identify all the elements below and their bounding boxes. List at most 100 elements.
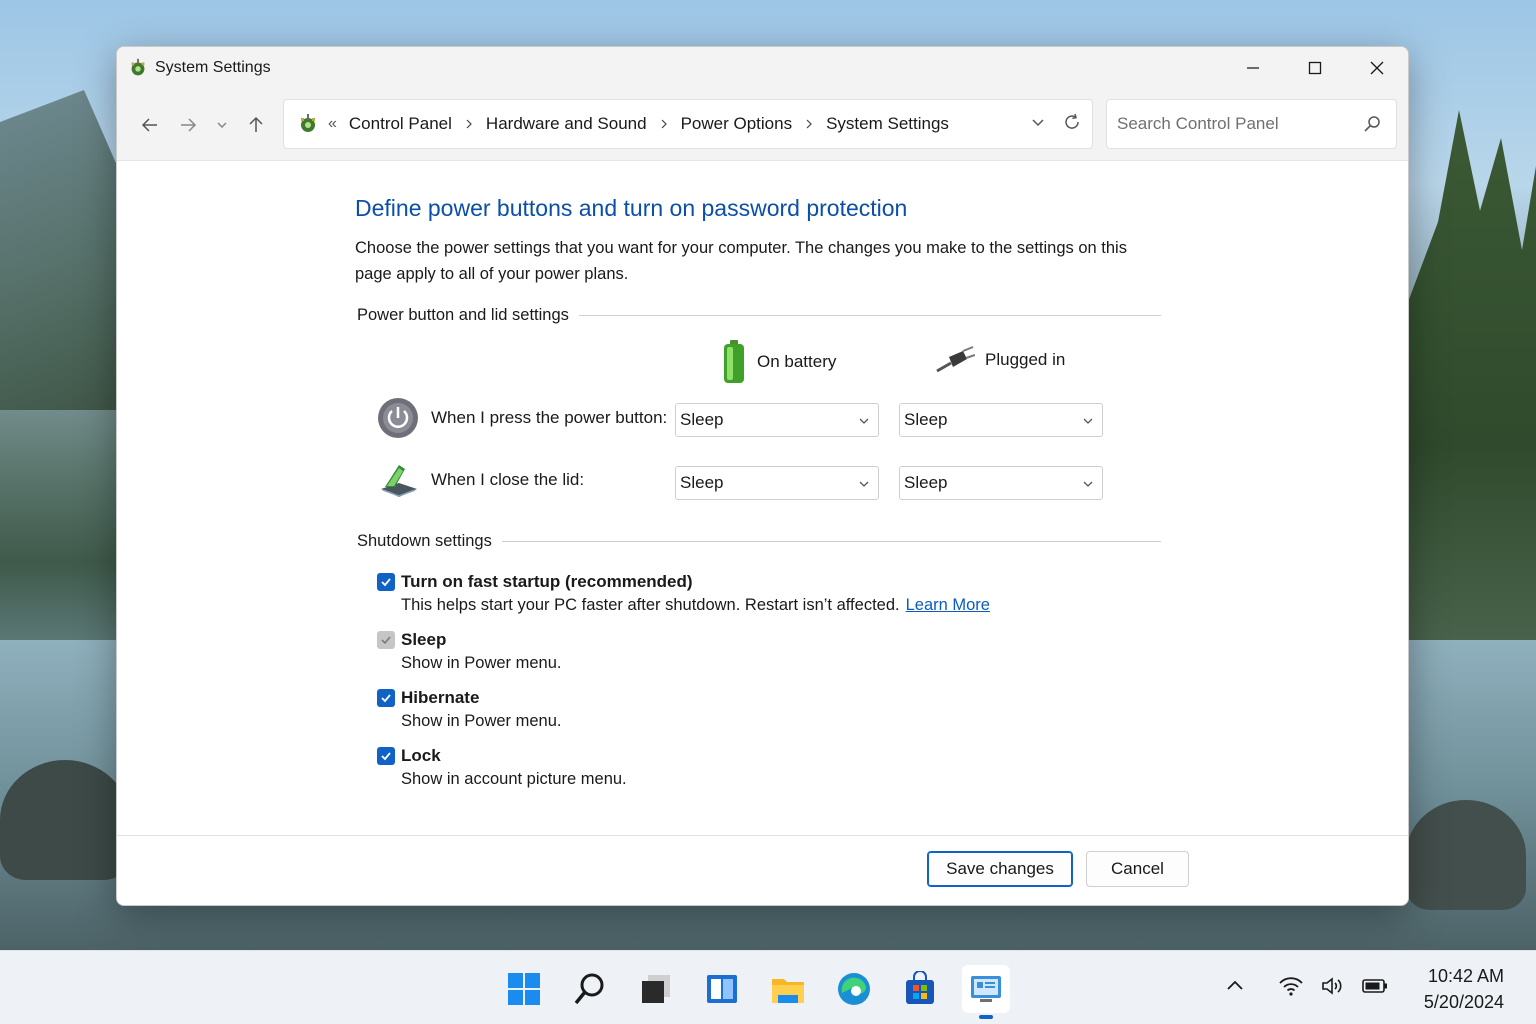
hibernate-option: Hibernate Show in Power menu. bbox=[377, 686, 562, 731]
option-subtitle: Show in Power menu. bbox=[401, 654, 562, 672]
option-subtitle-text: This helps start your PC faster after sh… bbox=[401, 596, 900, 614]
maximize-icon bbox=[1308, 61, 1322, 75]
select-value: Sleep bbox=[680, 410, 724, 429]
chevron-right-icon[interactable] bbox=[804, 119, 814, 129]
checkmark-icon bbox=[381, 752, 391, 761]
column-label: Plugged in bbox=[985, 350, 1066, 369]
shutdown-section-header: Shutdown settings bbox=[357, 529, 1161, 553]
power-button-row: When I press the power button: bbox=[377, 397, 667, 439]
wallpaper-rock bbox=[1406, 800, 1526, 910]
search-box[interactable] bbox=[1106, 99, 1397, 149]
option-subtitle: Show in Power menu. bbox=[401, 712, 562, 730]
task-view-button[interactable] bbox=[632, 965, 680, 1013]
close-button[interactable] bbox=[1346, 47, 1408, 89]
system-tray bbox=[1222, 973, 1388, 999]
control-panel-icon bbox=[971, 976, 1001, 1002]
maximize-button[interactable] bbox=[1284, 47, 1346, 89]
close-icon bbox=[1370, 61, 1384, 75]
wifi-icon[interactable] bbox=[1278, 973, 1304, 999]
battery-icon bbox=[724, 340, 744, 383]
store-icon bbox=[906, 971, 934, 1004]
option-title: Turn on fast startup (recommended) bbox=[401, 572, 693, 591]
power-section-header: Power button and lid settings bbox=[357, 303, 1161, 327]
breadcrumb-control-panel[interactable]: Control Panel bbox=[349, 114, 452, 134]
system-settings-window: System Settings « Control Panel Hardware… bbox=[116, 46, 1409, 906]
window-title: System Settings bbox=[155, 59, 271, 76]
section-label: Power button and lid settings bbox=[357, 305, 569, 324]
option-title: Lock bbox=[401, 746, 441, 765]
power-button-battery-select[interactable]: Sleep bbox=[675, 403, 879, 437]
volume-icon[interactable] bbox=[1320, 973, 1346, 999]
breadcrumb-power-options[interactable]: Power Options bbox=[681, 114, 793, 134]
breadcrumb-system-settings[interactable]: System Settings bbox=[826, 114, 949, 134]
search-icon[interactable] bbox=[1362, 114, 1382, 134]
control-panel-icon bbox=[301, 114, 315, 132]
file-explorer-icon bbox=[772, 979, 804, 1003]
lid-plugged-select[interactable]: Sleep bbox=[899, 466, 1103, 500]
control-panel-app-icon bbox=[131, 58, 145, 76]
start-button[interactable] bbox=[500, 965, 548, 1013]
breadcrumb-overflow-button[interactable]: « bbox=[328, 115, 337, 133]
lid-battery-select[interactable]: Sleep bbox=[675, 466, 879, 500]
title-bar[interactable]: System Settings bbox=[117, 47, 1408, 89]
clock[interactable]: 10:42 AM 5/20/2024 bbox=[1424, 963, 1504, 1015]
save-changes-button[interactable]: Save changes bbox=[927, 851, 1073, 887]
edge-button[interactable] bbox=[830, 965, 878, 1013]
address-dropdown-icon[interactable] bbox=[1028, 112, 1048, 132]
main-content: Define power buttons and turn on passwor… bbox=[117, 161, 1408, 837]
forward-button[interactable] bbox=[169, 111, 207, 139]
chevron-down-icon bbox=[859, 418, 869, 424]
power-plug-icon bbox=[936, 346, 975, 373]
row-label: When I press the power button: bbox=[431, 408, 668, 427]
wallpaper-trees bbox=[1396, 110, 1536, 670]
lid-close-row: When I close the lid: bbox=[377, 459, 584, 501]
arrow-left-icon bbox=[141, 118, 157, 132]
option-subtitle: Show in account picture menu. bbox=[401, 770, 627, 788]
refresh-icon[interactable] bbox=[1062, 112, 1082, 132]
lock-option: Lock Show in account picture menu. bbox=[377, 744, 627, 789]
select-value: Sleep bbox=[680, 473, 724, 492]
nav-buttons bbox=[131, 111, 275, 139]
search-icon bbox=[574, 973, 604, 1005]
chevron-down-icon bbox=[217, 122, 227, 129]
control-panel-taskbar-button[interactable] bbox=[962, 965, 1010, 1019]
taskbar-search-button[interactable] bbox=[566, 965, 614, 1013]
hibernate-checkbox[interactable] bbox=[377, 689, 395, 707]
recent-locations-button[interactable] bbox=[207, 111, 237, 139]
dialog-footer: Save changes Cancel bbox=[117, 835, 1408, 905]
search-input[interactable] bbox=[1117, 114, 1347, 134]
chevron-down-icon bbox=[1083, 418, 1093, 424]
start-icon bbox=[508, 973, 540, 1005]
select-value: Sleep bbox=[904, 410, 948, 429]
power-button-icon bbox=[378, 398, 418, 438]
edge-icon bbox=[838, 973, 870, 1005]
back-button[interactable] bbox=[131, 111, 169, 139]
laptop-lid-icon bbox=[381, 465, 417, 497]
file-explorer-button[interactable] bbox=[764, 965, 812, 1013]
column-on-battery: On battery bbox=[721, 339, 836, 385]
fast-startup-checkbox[interactable] bbox=[377, 573, 395, 591]
battery-icon[interactable] bbox=[1362, 973, 1388, 999]
widgets-button[interactable] bbox=[698, 965, 746, 1013]
minimize-button[interactable] bbox=[1222, 47, 1284, 89]
widgets-icon bbox=[707, 975, 737, 1003]
clock-time: 10:42 AM bbox=[1427, 966, 1504, 986]
store-button[interactable] bbox=[896, 965, 944, 1013]
chevron-up-icon[interactable] bbox=[1222, 973, 1248, 999]
chevron-right-icon[interactable] bbox=[464, 119, 474, 129]
learn-more-link[interactable]: Learn More bbox=[906, 596, 990, 614]
chevron-right-icon[interactable] bbox=[659, 119, 669, 129]
navigation-bar: « Control Panel Hardware and Sound Power… bbox=[117, 89, 1408, 161]
cancel-button[interactable]: Cancel bbox=[1086, 851, 1189, 887]
address-bar[interactable]: « Control Panel Hardware and Sound Power… bbox=[283, 99, 1093, 149]
option-subtitle: This helps start your PC faster after sh… bbox=[401, 596, 990, 615]
checkmark-icon bbox=[381, 636, 391, 645]
up-button[interactable] bbox=[237, 111, 275, 139]
power-button-plugged-select[interactable]: Sleep bbox=[899, 403, 1103, 437]
option-title: Hibernate bbox=[401, 688, 480, 707]
taskbar: 10:42 AM 5/20/2024 bbox=[0, 950, 1536, 1024]
clock-date: 5/20/2024 bbox=[1423, 992, 1504, 1012]
lock-checkbox[interactable] bbox=[377, 747, 395, 765]
breadcrumb-hardware-and-sound[interactable]: Hardware and Sound bbox=[486, 114, 647, 134]
sleep-checkbox bbox=[377, 631, 395, 649]
